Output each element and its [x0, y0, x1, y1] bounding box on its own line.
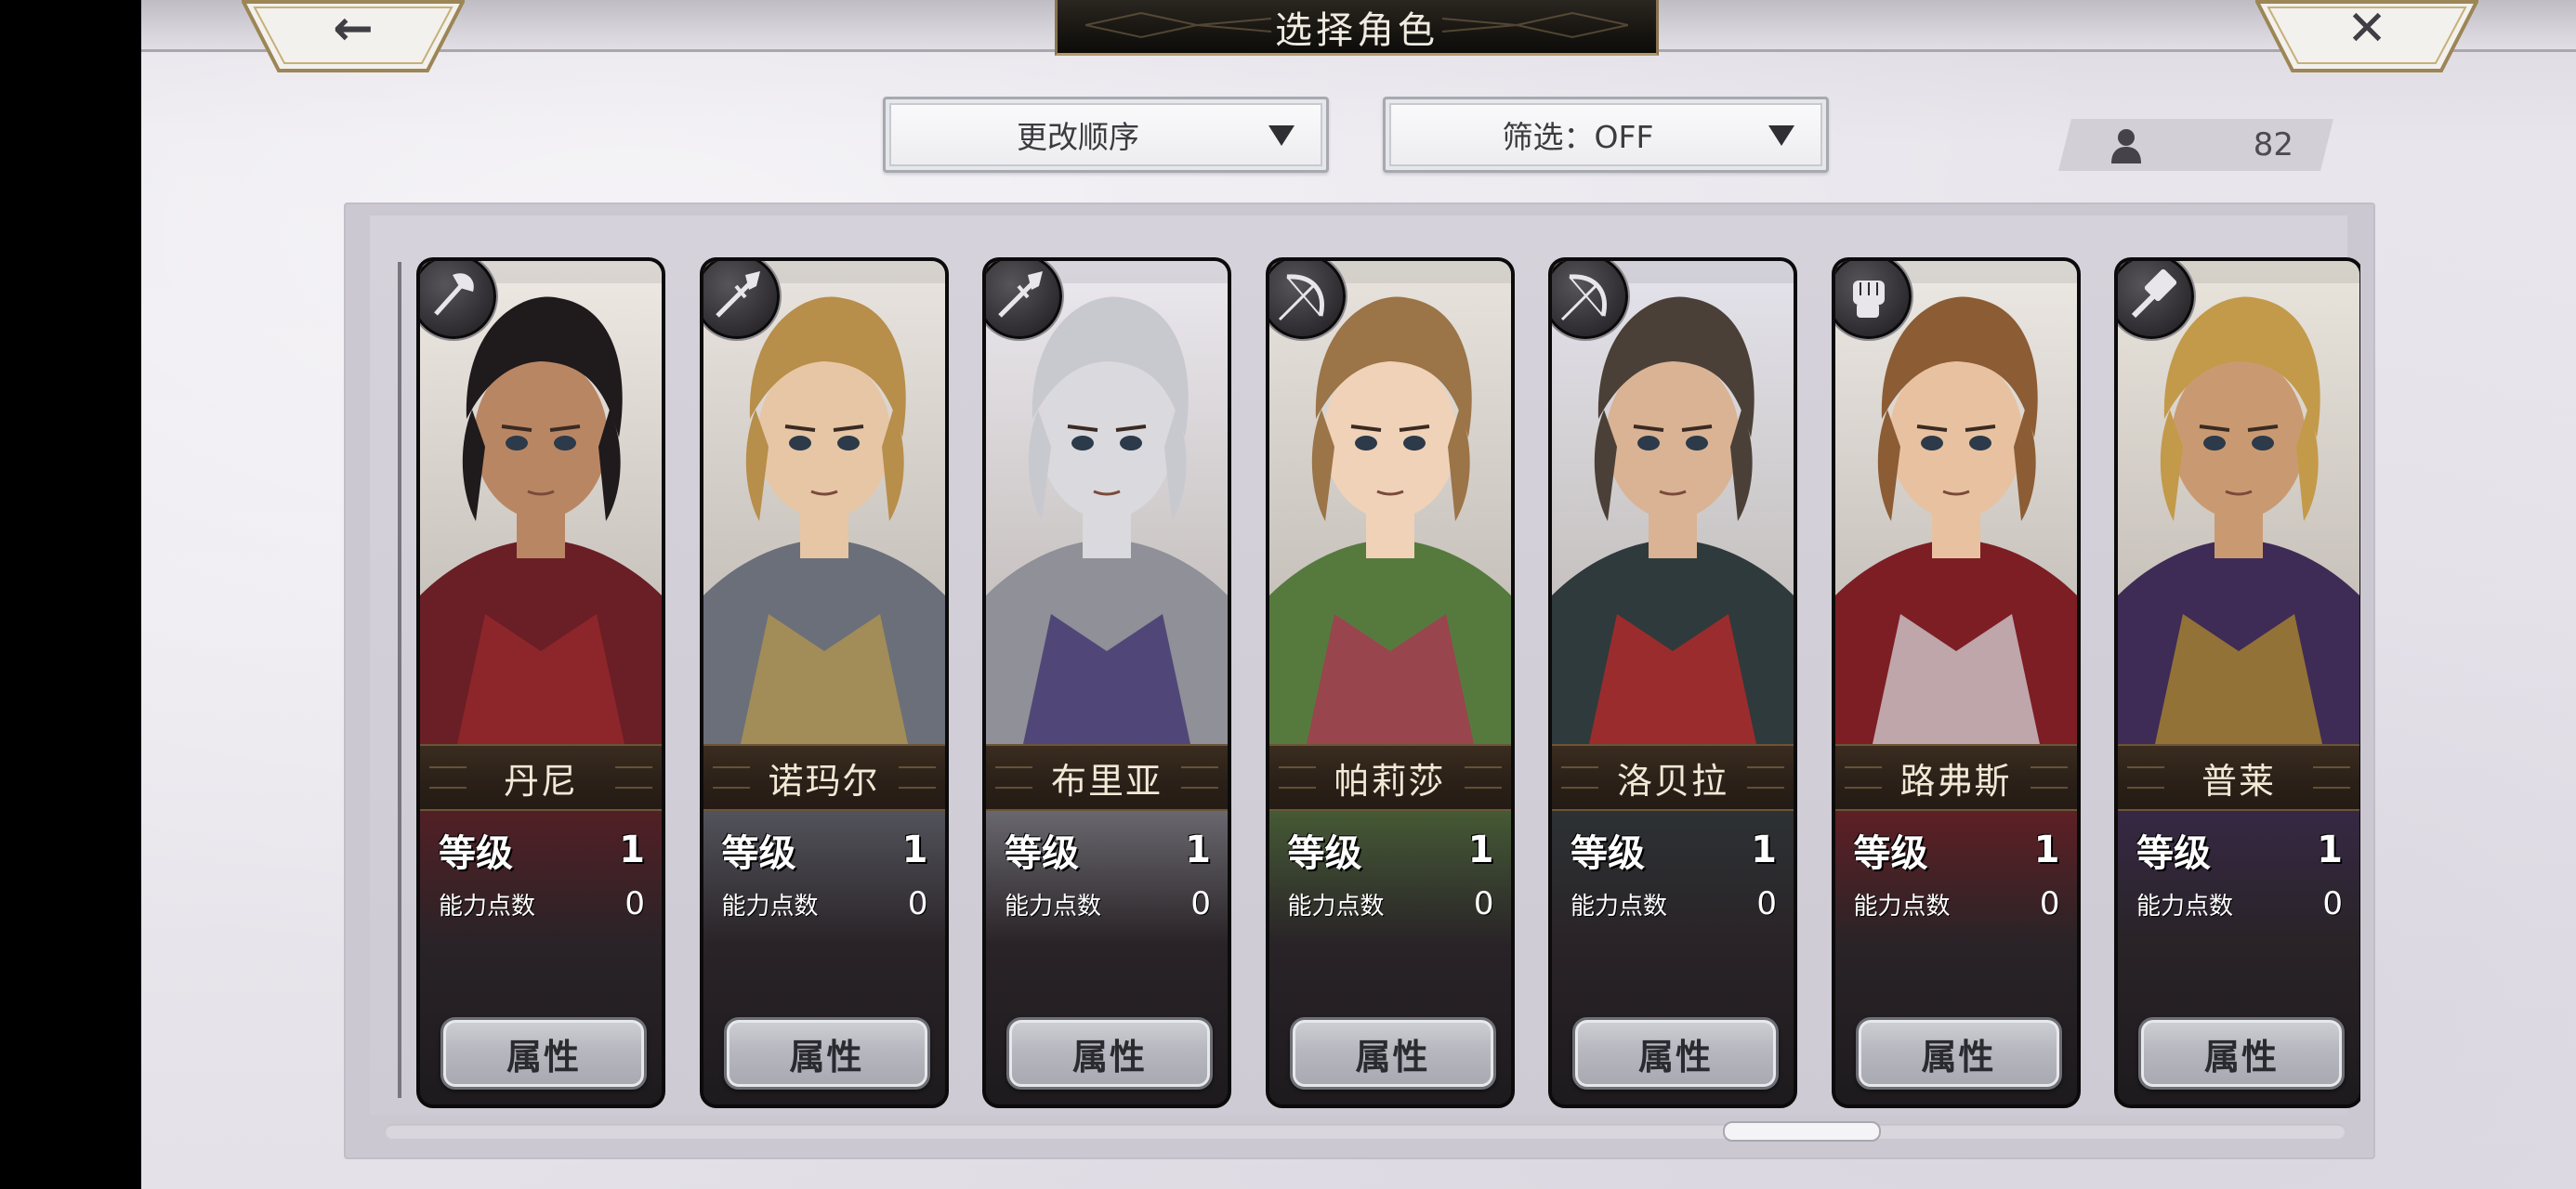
ability-points-label: 能力点数: [1853, 892, 1951, 921]
character-count: 82: [2253, 126, 2293, 163]
ability-points-row: 能力点数 0: [722, 883, 928, 924]
character-name-plate: 帕莉莎: [1268, 744, 1511, 811]
ability-points-label: 能力点数: [2136, 892, 2234, 921]
attributes-button[interactable]: 属性: [1855, 1017, 2062, 1090]
ability-points-value: 0: [2039, 885, 2060, 922]
character-name: 路弗斯: [1899, 760, 2012, 802]
level-label: 等级: [1005, 832, 1079, 875]
level-value: 1: [2317, 829, 2343, 871]
ability-points-label: 能力点数: [439, 892, 536, 921]
level-value: 1: [2033, 829, 2060, 871]
ability-points-label: 能力点数: [1571, 892, 1668, 921]
back-button[interactable]: ←: [242, 0, 465, 72]
character-name: 洛贝拉: [1616, 760, 1728, 802]
level-value: 1: [901, 829, 928, 871]
character-name-plate: 路弗斯: [1834, 744, 2077, 811]
character-name-plate: 洛贝拉: [1552, 744, 1794, 811]
dropdown-arrow-icon: [1268, 125, 1295, 146]
ability-points-row: 能力点数 0: [2136, 883, 2343, 924]
character-list-panel: 丹尼 等级 1 能力点数 0 属性 诺玛尔 等级 1 能力点数 0 属性 布里亚 等级 1 能力点数 0 属性 帕莉…: [344, 203, 2375, 1159]
ability-points-label: 能力点数: [721, 892, 819, 921]
level-label: 等级: [721, 832, 796, 875]
character-name: 诺玛尔: [768, 760, 880, 802]
close-icon: ✕: [2346, 1, 2387, 57]
level-value: 1: [619, 829, 645, 871]
sort-order-dropdown[interactable]: 更改顺序: [883, 97, 1329, 173]
character-name: 布里亚: [1050, 760, 1163, 802]
ability-points-label: 能力点数: [1287, 892, 1385, 921]
attributes-button[interactable]: 属性: [2138, 1017, 2345, 1090]
scrollbar-thumb[interactable]: [1723, 1121, 1881, 1142]
ability-points-value: 0: [1473, 885, 1494, 922]
level-row: 等级 1: [722, 824, 928, 876]
ability-points-row: 能力点数 0: [1854, 883, 2060, 924]
level-row: 等级 1: [1854, 824, 2060, 876]
level-label: 等级: [439, 832, 513, 875]
character-card[interactable]: 洛贝拉等级 1 能力点数 0 属性: [1548, 257, 1797, 1108]
filter-dropdown[interactable]: 筛选：OFF: [1383, 97, 1829, 173]
ability-points-row: 能力点数 0: [1288, 883, 1494, 924]
character-name: 丹尼: [503, 760, 578, 802]
character-name-plate: 布里亚: [986, 744, 1228, 811]
horizontal-scrollbar[interactable]: [385, 1121, 2346, 1142]
level-label: 等级: [1853, 832, 1928, 875]
ability-points-value: 0: [624, 885, 645, 922]
level-value: 1: [1467, 829, 1494, 871]
level-label: 等级: [1287, 832, 1362, 875]
character-card[interactable]: 诺玛尔等级 1 能力点数 0 属性: [699, 257, 949, 1108]
ability-points-row: 能力点数 0: [1005, 883, 1211, 924]
character-card[interactable]: 布里亚等级 1 能力点数 0 属性: [982, 257, 1231, 1108]
level-row: 等级 1: [1288, 824, 1494, 876]
sort-order-label: 更改顺序: [1017, 119, 1139, 155]
close-button[interactable]: ✕: [2255, 0, 2478, 72]
ability-points-value: 0: [1756, 885, 1777, 922]
character-name-plate: 诺玛尔: [703, 744, 945, 811]
level-row: 等级 1: [439, 824, 645, 876]
character-name: 帕莉莎: [1334, 760, 1446, 802]
ability-points-value: 0: [1190, 885, 1211, 922]
filter-label: 筛选：OFF: [1502, 119, 1654, 155]
level-label: 等级: [1571, 832, 1645, 875]
attributes-button[interactable]: 属性: [1006, 1017, 1213, 1090]
character-name-plate: 普莱: [2118, 744, 2359, 811]
attributes-button[interactable]: 属性: [1572, 1017, 1779, 1090]
character-count-badge: 82: [2058, 119, 2333, 171]
attributes-button[interactable]: 属性: [440, 1017, 647, 1090]
character-name: 普莱: [2201, 760, 2276, 802]
level-value: 1: [1751, 829, 1777, 871]
level-row: 等级 1: [2136, 824, 2343, 876]
back-arrow-icon: ←: [333, 1, 374, 57]
user-icon: [2111, 129, 2141, 163]
level-label: 等级: [2136, 832, 2211, 875]
character-card[interactable]: 普莱等级 1 能力点数 0 属性: [2114, 257, 2360, 1108]
ability-points-value: 0: [2322, 885, 2343, 922]
ability-points-label: 能力点数: [1005, 892, 1102, 921]
character-card[interactable]: 路弗斯等级 1 能力点数 0 属性: [1831, 257, 2081, 1108]
attributes-button[interactable]: 属性: [723, 1017, 930, 1090]
level-value: 1: [1185, 829, 1211, 871]
character-card[interactable]: 帕莉莎等级 1 能力点数 0 属性: [1265, 257, 1515, 1108]
character-card-list[interactable]: 丹尼 等级 1 能力点数 0 属性 诺玛尔 等级 1 能力点数 0 属性 布里亚 等级 1 能力点数 0 属性 帕莉…: [370, 216, 2360, 1115]
level-row: 等级 1: [1571, 824, 1777, 876]
character-card[interactable]: 丹尼等级 1 能力点数 0 属性: [416, 257, 665, 1108]
character-name-plate: 丹尼: [420, 744, 662, 811]
ability-points-row: 能力点数 0: [1571, 883, 1777, 924]
character-select-screen: ← ✕ 选择角色 更改顺序 筛选：OFF 82 丹尼 等级 1 能力点数 0 属…: [141, 0, 2576, 1189]
attributes-button[interactable]: 属性: [1289, 1017, 1496, 1090]
level-row: 等级 1: [1005, 824, 1211, 876]
page-title: 选择角色: [1275, 9, 1439, 52]
title-bar: 选择角色: [1055, 0, 1659, 56]
dropdown-arrow-icon: [1768, 125, 1794, 146]
ability-points-row: 能力点数 0: [439, 883, 645, 924]
ability-points-value: 0: [907, 885, 928, 922]
